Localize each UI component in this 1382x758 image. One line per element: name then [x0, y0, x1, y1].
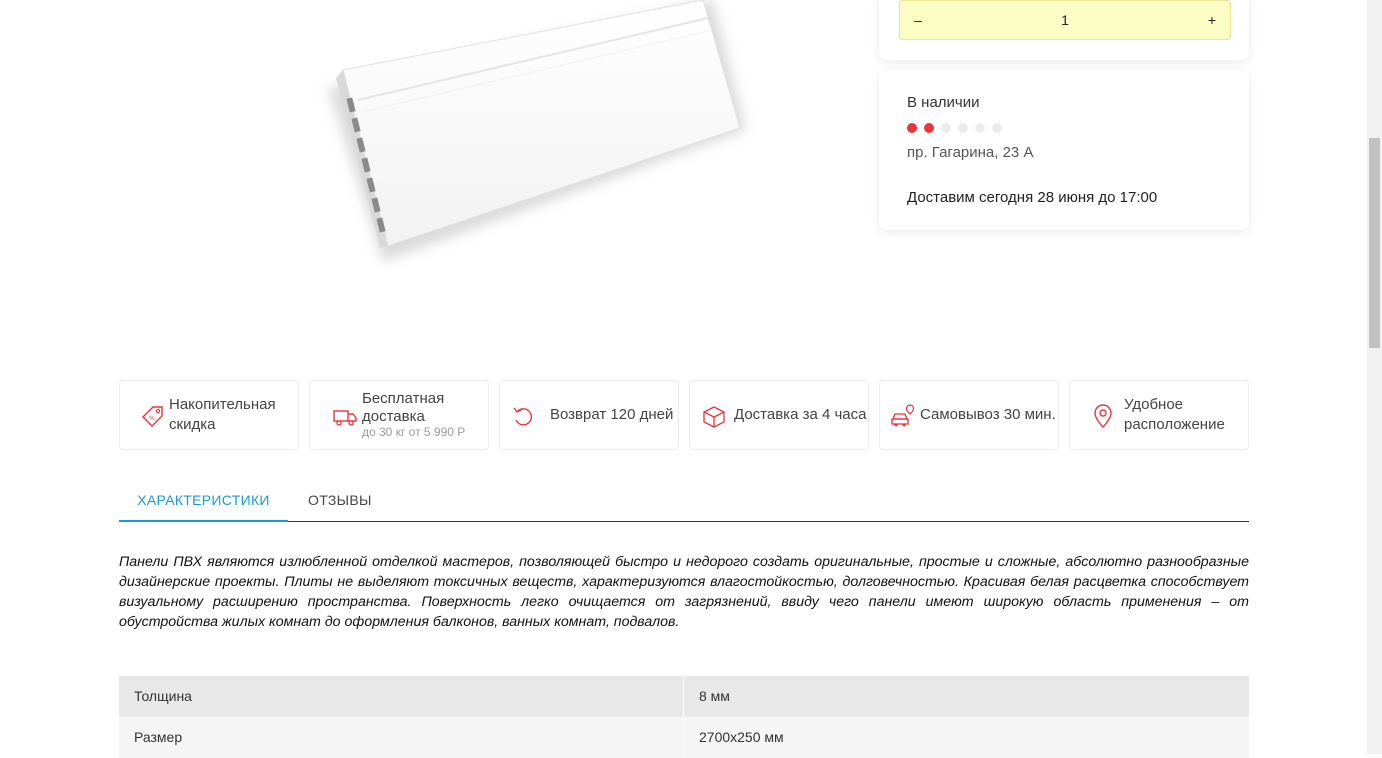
- feature-discount: % Накопительная скидка: [119, 380, 299, 450]
- product-image: [288, 0, 804, 350]
- product-description: Панели ПВХ являются излюбленной отделкой…: [119, 554, 1249, 630]
- return-arrow-icon: [513, 407, 532, 426]
- table-row: Размер 2700x250 мм: [119, 717, 1249, 758]
- feature-return-label: Возврат 120 дней: [550, 406, 674, 423]
- spec-value: 8 мм: [699, 688, 730, 704]
- increase-button[interactable]: +: [1194, 1, 1230, 39]
- stock-level-dot: [992, 123, 1002, 133]
- column-divider: [683, 676, 684, 717]
- feature-4h-delivery: Доставка за 4 часа: [689, 380, 869, 450]
- store-address[interactable]: пр. Гагарина, 23 А: [907, 144, 1033, 161]
- table-row: Толщина 8 мм: [119, 676, 1249, 717]
- feature-free-delivery-line2: доставка: [362, 408, 425, 425]
- feature-discount-line2: скидка: [169, 416, 216, 433]
- box-delivery-icon: [703, 406, 725, 428]
- spec-key: Толщина: [134, 688, 192, 704]
- delivery-estimate: Доставим сегодня 28 июня до 17:00: [907, 189, 1158, 206]
- tab-characteristics[interactable]: ХАРАКТЕРИСТИКИ: [119, 492, 288, 522]
- tab-reviews[interactable]: ОТЗЫВЫ: [308, 492, 372, 508]
- quantity-value[interactable]: 1: [936, 1, 1194, 39]
- column-divider: [683, 717, 684, 758]
- stock-level-dot: [907, 123, 917, 133]
- feature-return: Возврат 120 дней: [499, 380, 679, 450]
- stock-level-dot: [958, 123, 968, 133]
- stock-level-dot: [975, 123, 985, 133]
- feature-free-delivery-line1: Бесплатная: [362, 390, 445, 407]
- page-scrollbar[interactable]: [1367, 0, 1382, 754]
- discount-tag-icon: %: [142, 406, 163, 427]
- stock-status: В наличии: [907, 94, 980, 111]
- decrease-button[interactable]: –: [900, 1, 936, 39]
- location-pin-icon: [1094, 404, 1112, 428]
- tabs-divider: [119, 521, 1249, 522]
- quantity-stepper[interactable]: – 1 +: [899, 0, 1231, 40]
- feature-location-line1: Удобное: [1124, 396, 1184, 413]
- delivery-truck-icon: [333, 410, 357, 426]
- feature-location: Удобное расположение: [1069, 380, 1249, 450]
- feature-pickup: Самовывоз 30 мин.: [879, 380, 1059, 450]
- feature-location-line2: расположение: [1124, 416, 1225, 433]
- feature-pickup-label: Самовывоз 30 мин.: [920, 406, 1056, 423]
- feature-free-delivery-note: до 30 кг от 5 990 Р: [362, 425, 466, 439]
- feature-free-delivery: Бесплатная доставка до 30 кг от 5 990 Р: [309, 380, 489, 450]
- scrollbar-thumb[interactable]: [1369, 138, 1380, 348]
- availability-card: В наличии пр. Гагарина, 23 А Доставим се…: [879, 70, 1249, 230]
- svg-text:%: %: [149, 415, 155, 422]
- feature-4h-delivery-label: Доставка за 4 часа: [734, 406, 867, 423]
- spec-value: 2700x250 мм: [699, 729, 784, 745]
- spec-key: Размер: [134, 729, 183, 745]
- feature-discount-line1: Накопительная: [169, 396, 276, 413]
- active-tab-indicator: [119, 520, 288, 522]
- car-pickup-icon: [891, 404, 915, 427]
- stock-level-dot: [924, 123, 934, 133]
- quantity-card: – 1 +: [879, 0, 1249, 60]
- stock-level-dot: [941, 123, 951, 133]
- stock-level-indicator: [907, 123, 1002, 133]
